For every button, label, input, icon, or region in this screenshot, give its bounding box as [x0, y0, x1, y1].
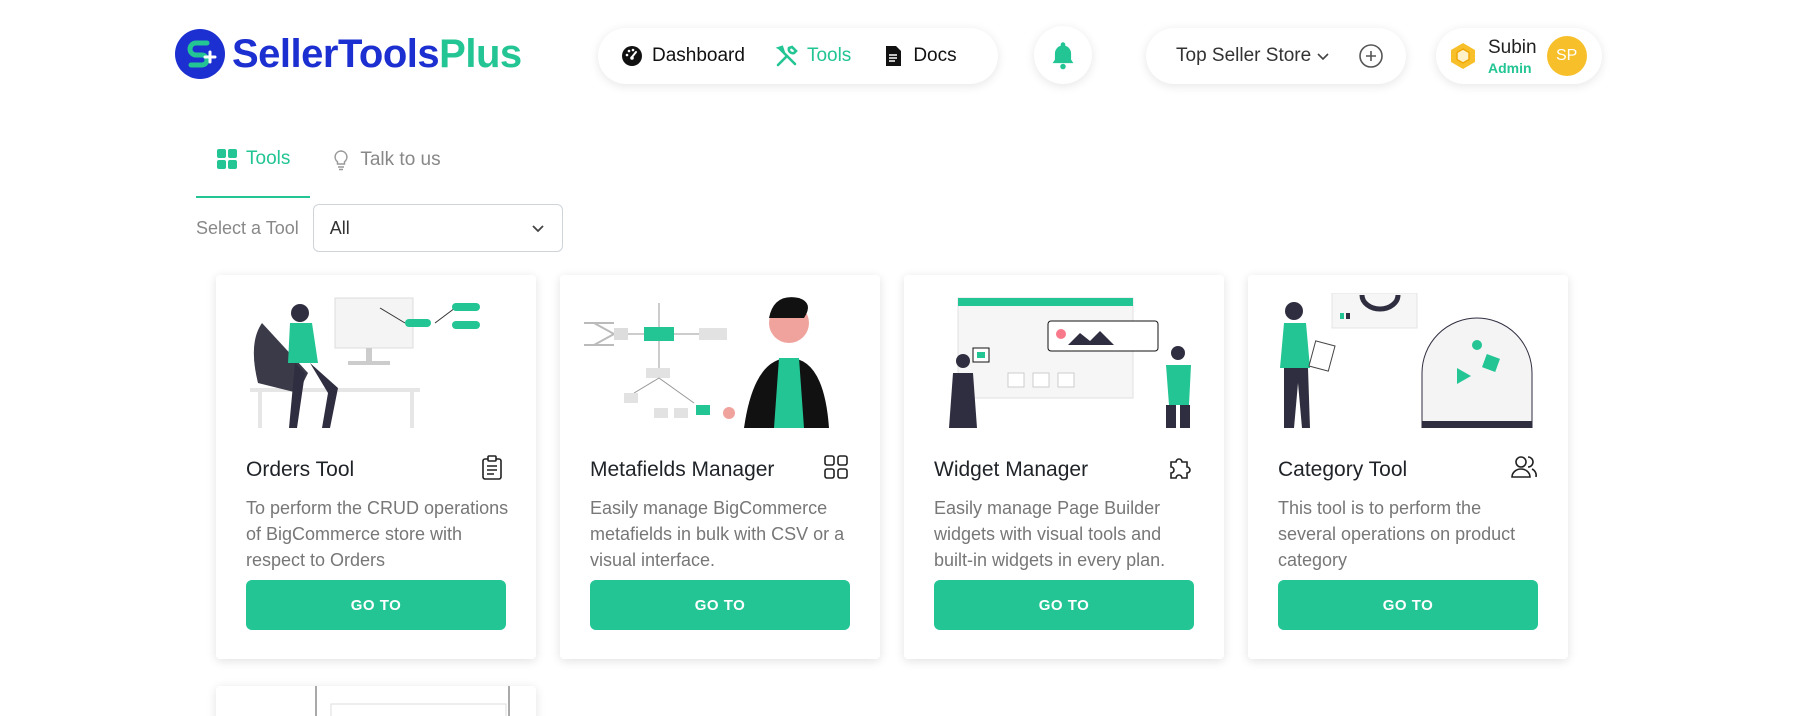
- avatar[interactable]: SP: [1546, 36, 1587, 76]
- nav-docs[interactable]: Docs: [881, 44, 957, 68]
- gauge-icon: [622, 46, 642, 66]
- nav-tools[interactable]: Tools: [775, 44, 851, 68]
- tools-icon: [775, 45, 798, 67]
- store-dropdown[interactable]: Top Seller Store: [1176, 45, 1331, 67]
- user-role: Admin: [1488, 59, 1532, 76]
- partial-illustration: [315, 686, 510, 716]
- card-description: Easily manage BigCommerce metafields in …: [590, 498, 845, 570]
- go-to-button[interactable]: GO TO: [1278, 580, 1538, 630]
- nav-docs-label: Docs: [913, 45, 957, 66]
- card-header: Widget Manager: [934, 453, 1194, 486]
- grid-icon: [822, 453, 850, 486]
- store-selector[interactable]: Top Seller Store: [1146, 28, 1406, 84]
- metafields-illustration: [584, 297, 829, 428]
- go-to-button[interactable]: GO TO: [934, 580, 1194, 630]
- tab-talk-to-us[interactable]: Talk to us: [310, 140, 460, 198]
- puzzle-icon: [1166, 453, 1194, 486]
- filter-label: Select a Tool: [196, 217, 299, 238]
- category-illustration: [1280, 293, 1533, 428]
- clipboard-icon: [478, 453, 506, 486]
- lightbulb-icon: [334, 150, 349, 171]
- card-title: Orders Tool: [246, 457, 355, 481]
- tool-card-metafields: Metafields Manager Easily manage BigComm…: [560, 275, 880, 659]
- brand-logo[interactable]: SellerToolsPlus: [174, 28, 522, 80]
- go-to-button[interactable]: GO TO: [590, 580, 850, 630]
- chevron-down-icon: [1317, 53, 1329, 61]
- tool-card-widget: Widget Manager Easily manage Page Builde…: [904, 275, 1224, 659]
- card-title: Category Tool: [1278, 457, 1408, 481]
- orders-illustration: [250, 297, 480, 428]
- user-name: Subin: [1488, 36, 1537, 58]
- card-header: Orders Tool: [246, 453, 506, 486]
- chevron-down-icon: [532, 225, 544, 233]
- brand-name: SellerToolsPlus: [232, 31, 522, 76]
- tool-select-value: All: [329, 217, 350, 238]
- user-menu[interactable]: Subin Admin SP: [1436, 28, 1602, 84]
- go-to-button[interactable]: GO TO: [246, 580, 506, 630]
- nav-tools-label: Tools: [806, 45, 852, 66]
- tool-card-orders: Orders Tool To perform the CRUD operatio…: [216, 275, 536, 659]
- notifications-button[interactable]: [1034, 26, 1092, 84]
- tab-talk-to-us-label: Talk to us: [360, 149, 441, 170]
- tool-card-partial: [216, 686, 536, 716]
- users-icon: [1510, 453, 1538, 486]
- add-store-icon[interactable]: [1358, 43, 1384, 69]
- store-name: Top Seller Store: [1176, 45, 1312, 66]
- tab-tools-label: Tools: [246, 148, 291, 169]
- card-description: Easily manage Page Builder widgets with …: [934, 498, 1166, 570]
- nav-dashboard-label: Dashboard: [652, 45, 745, 66]
- card-title: Widget Manager: [934, 457, 1089, 481]
- widget-illustration: [949, 297, 1191, 428]
- user-info: Subin Admin: [1488, 38, 1537, 75]
- grid-icon: [217, 149, 237, 169]
- card-description: This tool is to perform the several oper…: [1278, 498, 1516, 570]
- document-icon: [886, 46, 902, 66]
- tool-card-category: Category Tool This tool is to perform th…: [1248, 275, 1568, 659]
- logo-icon: [175, 29, 225, 79]
- tool-select[interactable]: All: [312, 204, 563, 252]
- card-description: To perform the CRUD operations of BigCom…: [246, 498, 509, 570]
- card-header: Metafields Manager: [590, 453, 850, 486]
- tab-bar: Tools Talk to us: [196, 140, 461, 198]
- nav-dashboard[interactable]: Dashboard: [620, 44, 745, 68]
- store-cube-icon: [1451, 43, 1475, 69]
- card-header: Category Tool: [1278, 453, 1538, 486]
- main-nav: Dashboard Tools Docs: [598, 28, 998, 84]
- card-title: Metafields Manager: [590, 457, 775, 481]
- tool-filter: Select a Tool All: [196, 204, 563, 252]
- bell-icon: [1052, 42, 1074, 70]
- tab-tools[interactable]: Tools: [196, 140, 311, 198]
